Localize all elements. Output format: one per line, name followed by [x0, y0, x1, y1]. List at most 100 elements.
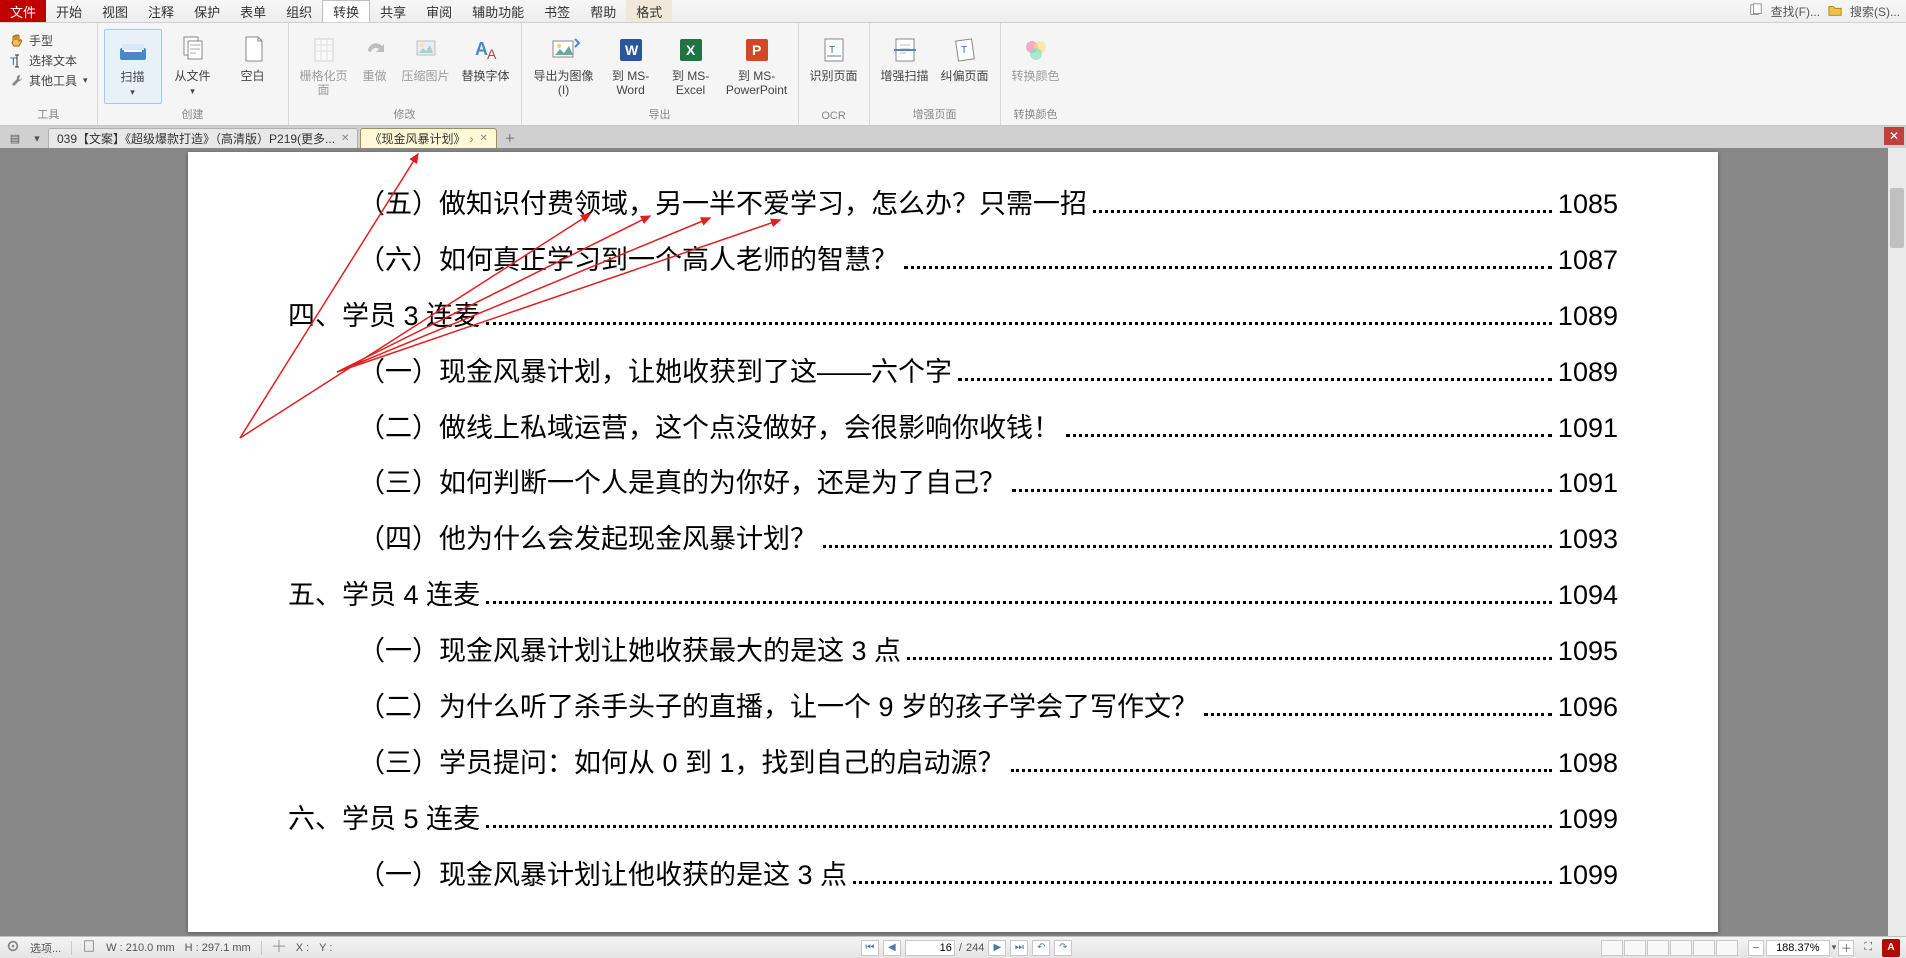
vertical-scrollbar[interactable]	[1888, 148, 1906, 936]
btn-ocr-recognize[interactable]: T 识别页面	[805, 29, 863, 87]
btn-scan[interactable]: 扫描▾	[104, 29, 162, 104]
menu-format[interactable]: 格式	[626, 0, 672, 22]
btn-rasterize[interactable]: 栅格化页面	[295, 29, 353, 101]
zoom-input[interactable]	[1766, 940, 1830, 956]
nav-prev[interactable]: ◀	[883, 940, 901, 956]
new-tab-button[interactable]: ＋	[499, 128, 521, 148]
svg-text:A: A	[487, 46, 497, 62]
tool-select-label: 选择文本	[29, 52, 77, 69]
btn-export-ppt[interactable]: P 到 MS-PowerPoint	[722, 29, 792, 101]
page-size-icon	[82, 939, 96, 956]
view-fit-width[interactable]	[1693, 940, 1715, 956]
btn-convert-color[interactable]: 转换颜色	[1007, 29, 1065, 87]
menu-convert[interactable]: 转换	[322, 0, 370, 22]
toc-line: （六）如何真正学习到一个高人老师的智慧？1087	[288, 238, 1618, 284]
toc-text: （二）做线上私域运营，这个点没做好，会很影响你收钱！	[358, 406, 1060, 452]
zoom-control: − ▾ ＋	[1748, 940, 1855, 956]
page-input[interactable]	[905, 940, 955, 956]
menu-protect[interactable]: 保护	[184, 0, 230, 22]
nav-last[interactable]: ⏭	[1010, 940, 1028, 956]
close-all-tabs[interactable]: ✕	[1884, 127, 1904, 145]
btn-blank[interactable]: 空白	[224, 29, 282, 87]
zoom-in[interactable]: ＋	[1838, 940, 1854, 956]
chevron-down-icon[interactable]: ▾	[1832, 942, 1837, 953]
toc-text: （三）如何判断一个人是真的为你好，还是为了自己？	[358, 461, 1006, 507]
powerpoint-icon: P	[740, 33, 774, 67]
ocr-icon: T	[817, 33, 851, 67]
toc-page: 1085	[1558, 182, 1618, 228]
toc-page: 1089	[1558, 350, 1618, 396]
svg-text:P: P	[752, 42, 761, 58]
nav-fwd[interactable]: ↷	[1054, 940, 1072, 956]
menu-organize[interactable]: 组织	[276, 0, 322, 22]
wrench-icon	[9, 73, 25, 89]
fullscreen-button[interactable]: ⛶	[1864, 941, 1872, 954]
btn-enhance-scan[interactable]: 增强扫描	[876, 29, 934, 87]
view-mode-buttons	[1601, 940, 1738, 956]
menu-bookmark[interactable]: 书签	[534, 0, 580, 22]
toc-leader	[1204, 713, 1552, 716]
menu-share[interactable]: 共享	[370, 0, 416, 22]
status-options[interactable]: 选项...	[30, 940, 61, 956]
tool-hand[interactable]: 手型	[6, 31, 91, 50]
btn-export-image[interactable]: 导出为图像(I)	[528, 29, 600, 101]
menu-help[interactable]: 帮助	[580, 0, 626, 22]
toc-text: 四、学员 3 连麦	[288, 294, 480, 340]
scrollbar-thumb[interactable]	[1890, 188, 1904, 248]
nav-next[interactable]: ▶	[988, 940, 1006, 956]
svg-text:W: W	[625, 42, 639, 58]
btn-enhance-label: 增强扫描	[881, 69, 929, 83]
document-tab-2[interactable]: 《现金风暴计划》 › ✕	[360, 128, 496, 148]
menu-form[interactable]: 表单	[230, 0, 276, 22]
view-facing-cont[interactable]	[1670, 940, 1692, 956]
ribbon-group-color: 转换颜色 转换颜色	[1001, 23, 1071, 125]
document-viewport[interactable]: （五）做知识付费领域，另一半不爱学习，怎么办？只需一招1085（六）如何真正学习…	[0, 148, 1906, 936]
menu-view[interactable]: 视图	[92, 0, 138, 22]
text-select-icon: T	[9, 53, 25, 69]
btn-compress-label: 压缩图片	[402, 69, 450, 83]
toc-leader	[1011, 769, 1552, 772]
menu-review[interactable]: 审阅	[416, 0, 462, 22]
tool-select-text[interactable]: T 选择文本	[6, 51, 91, 70]
menu-find[interactable]: 查找(F)...	[1771, 3, 1820, 20]
toc-line: （二）为什么听了杀手头子的直播，让一个 9 岁的孩子学会了写作文？1096	[288, 685, 1618, 731]
svg-text:X: X	[686, 42, 696, 58]
nav-back[interactable]: ↶	[1032, 940, 1050, 956]
btn-export-word[interactable]: W 到 MS-Word	[602, 29, 660, 101]
btn-deskew[interactable]: T 纠偏页面	[936, 29, 994, 87]
btn-scan-label: 扫描	[121, 70, 145, 84]
bookmark-icon: ›	[469, 132, 473, 146]
view-single[interactable]	[1601, 940, 1623, 956]
view-fit-page[interactable]	[1716, 940, 1738, 956]
btn-compress-image[interactable]: 压缩图片	[397, 29, 455, 87]
adobe-icon[interactable]: A	[1882, 939, 1900, 957]
view-continuous[interactable]	[1624, 940, 1646, 956]
btn-export-excel[interactable]: X 到 MS-Excel	[662, 29, 720, 101]
btn-replace-font[interactable]: AA 替换字体	[457, 29, 515, 87]
view-facing[interactable]	[1647, 940, 1669, 956]
menu-start[interactable]: 开始	[46, 0, 92, 22]
tool-other[interactable]: 其他工具▾	[6, 71, 91, 90]
toc-line: 六、学员 5 连麦1099	[288, 797, 1618, 843]
toc-page: 1099	[1558, 853, 1618, 899]
tab-list-icon[interactable]: ▤	[4, 128, 26, 148]
group-label-ocr: OCR	[805, 108, 863, 125]
x-label: X :	[296, 942, 309, 954]
deskew-icon: T	[948, 33, 982, 67]
menu-annotate[interactable]: 注释	[138, 0, 184, 22]
tab-menu-icon[interactable]: ▾	[26, 128, 48, 148]
btn-redo[interactable]: 重做	[355, 29, 395, 87]
menu-file[interactable]: 文件	[0, 0, 46, 22]
close-icon[interactable]: ✕	[341, 133, 349, 144]
close-icon[interactable]: ✕	[479, 133, 487, 144]
menu-accessibility[interactable]: 辅助功能	[462, 0, 534, 22]
nav-first[interactable]: ⏮	[861, 940, 879, 956]
btn-from-file[interactable]: 从文件▾	[164, 29, 222, 102]
document-tab-1[interactable]: 039【文案】《超级爆款打造》（高清版）P219(更多... ✕	[48, 128, 358, 148]
group-label-enhance: 增强页面	[876, 104, 994, 125]
menu-search[interactable]: 搜索(S)...	[1850, 3, 1900, 20]
toc-text: （一）现金风暴计划让他收获的是这 3 点	[358, 853, 847, 899]
btn-export-word-label: 到 MS-Word	[604, 69, 658, 97]
zoom-out[interactable]: −	[1748, 940, 1764, 956]
btn-color-label: 转换颜色	[1012, 69, 1060, 83]
